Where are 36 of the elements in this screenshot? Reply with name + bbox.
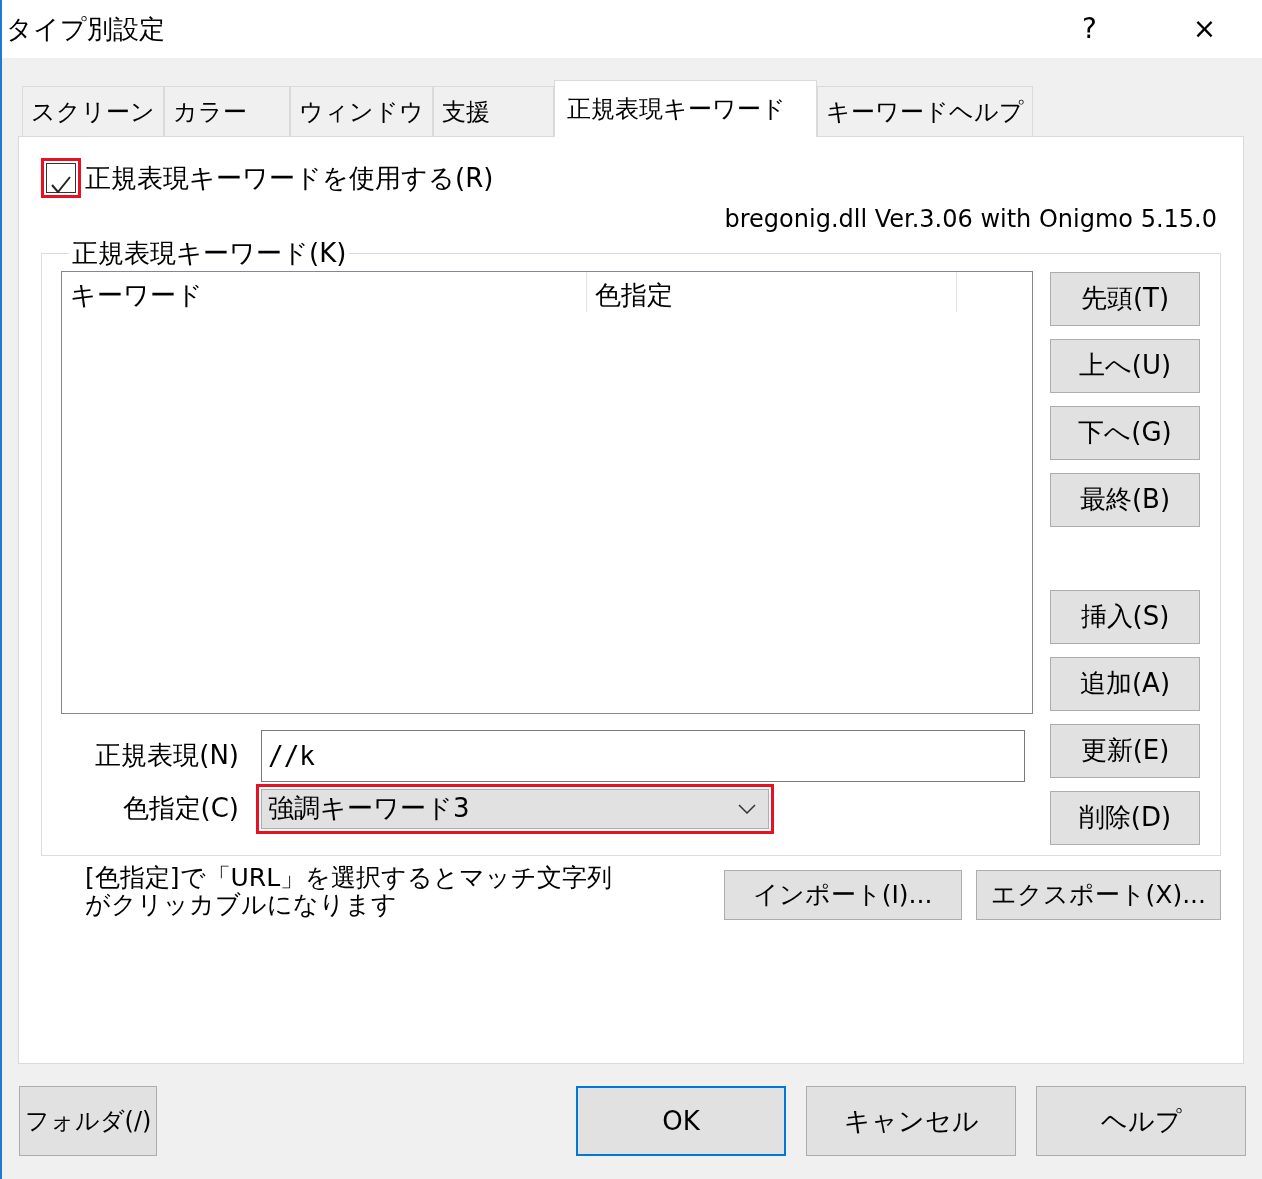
list-button[interactable]: 先頭(T) — [1050, 271, 1200, 326]
list-button[interactable]: 下へ(G) — [1050, 405, 1200, 460]
dialog-button[interactable]: フォルダ(/) — [19, 1086, 157, 1156]
hint-text: [色指定]で「URL」を選択するとマッチ文字列 — [85, 863, 614, 892]
tab[interactable]: 支援 — [433, 86, 554, 136]
keyword-list[interactable]: キーワード 色指定 — [61, 270, 1033, 714]
dialog-button[interactable]: OK — [576, 1086, 786, 1156]
list-button[interactable]: 上へ(U) — [1050, 338, 1200, 393]
color-dropdown[interactable]: 強調キーワード3 — [261, 788, 769, 829]
color-label: 色指定(C) — [121, 792, 239, 826]
version-text: bregonig.dll Ver.3.06 with Onigmo 5.15.0 — [724, 205, 1217, 233]
tab[interactable]: カラー — [164, 86, 290, 136]
dialog-button[interactable]: ヘルプ — [1036, 1086, 1246, 1156]
list-button[interactable]: 挿入(S) — [1050, 589, 1200, 644]
tab[interactable]: 正規表現キーワード — [554, 80, 817, 137]
io-button[interactable]: インポート(I)... — [723, 869, 962, 920]
list-button[interactable]: 削除(D) — [1050, 790, 1200, 845]
group-title: 正規表現キーワード(K) — [71, 237, 348, 270]
tab[interactable]: ウィンドウ — [290, 86, 433, 136]
hint-text: がクリッカブルになります — [85, 891, 397, 919]
chevron-down-icon — [738, 803, 756, 814]
io-button[interactable]: エクスポート(X)... — [975, 869, 1221, 920]
list-button[interactable]: 最終(B) — [1050, 472, 1200, 527]
list-button[interactable]: 更新(E) — [1050, 723, 1200, 778]
tab[interactable]: スクリーン — [22, 86, 164, 136]
close-button[interactable]: × — [1147, 7, 1262, 51]
window-title: タイプ別設定 — [5, 12, 166, 46]
help-button[interactable]: ? — [1032, 7, 1147, 51]
dialog-button[interactable]: キャンセル — [806, 1086, 1016, 1156]
regex-label: 正規表現(N) — [94, 739, 239, 773]
column-header[interactable]: キーワード — [62, 271, 587, 312]
tab[interactable]: キーワードヘルプ — [817, 86, 1033, 136]
column-header[interactable]: 色指定 — [587, 271, 957, 312]
list-button[interactable]: 追加(A) — [1050, 656, 1200, 711]
checkbox-label[interactable]: 正規表現キーワードを使用する(R) — [85, 158, 494, 198]
regex-field[interactable]: //k — [261, 729, 1025, 782]
